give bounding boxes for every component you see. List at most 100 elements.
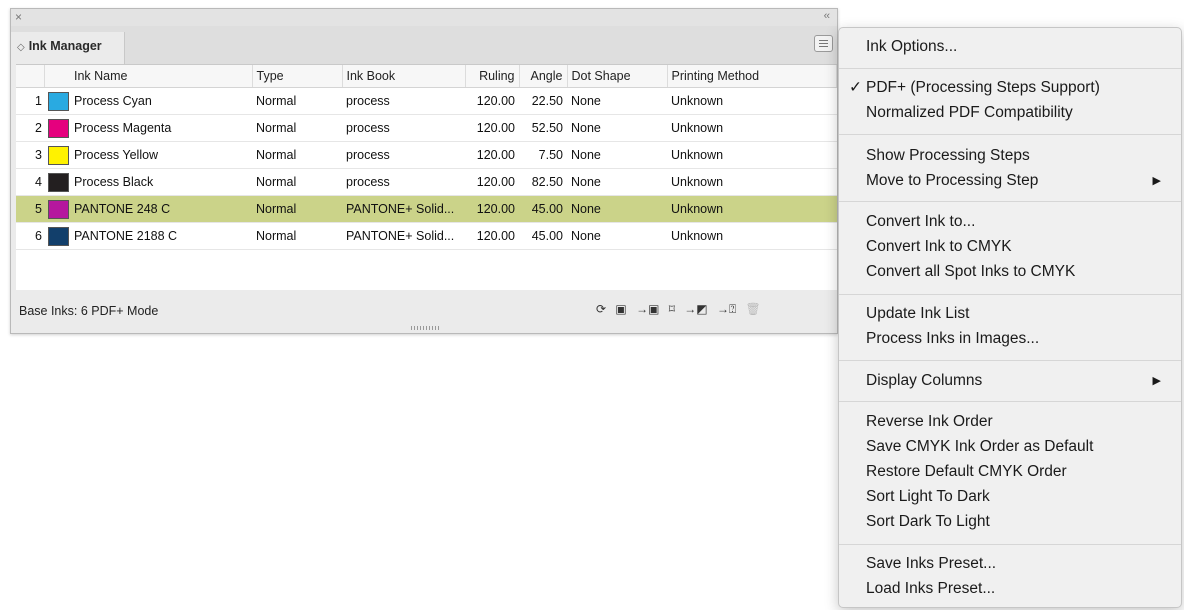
panel-titlebar: × ‹‹ xyxy=(11,9,837,27)
ink-angle: 45.00 xyxy=(519,222,567,250)
panel-toolbar: ⟳ ▣ →▣ ⌑ →◩ →⍰ 🗑 xyxy=(596,302,767,317)
table-row[interactable]: 5 PANTONE 248 C Normal PANTONE+ Solid... 120… xyxy=(16,195,837,223)
column-header-dot-shape[interactable]: Dot Shape xyxy=(567,65,668,88)
resize-grip[interactable] xyxy=(411,326,439,330)
menu-item-convert-ink[interactable]: Convert Ink to... xyxy=(866,210,1169,234)
ink-ruling: 120.00 xyxy=(465,195,519,223)
color-swatch-icon xyxy=(48,199,69,219)
ink-index: 3 xyxy=(16,141,44,169)
menu-item-sort-light-dark[interactable]: Sort Light To Dark xyxy=(866,485,1169,509)
column-header-angle[interactable]: Angle xyxy=(519,65,568,88)
ink-swatch xyxy=(44,141,70,169)
table-row[interactable]: 1 Process Cyan Normal process 120.00 22.50 Non… xyxy=(16,87,837,115)
menu-item-pdf-plus[interactable]: ✓ PDF+ (Processing Steps Support) xyxy=(849,76,1169,100)
ink-type: Normal xyxy=(252,87,342,115)
ink-angle: 45.00 xyxy=(519,195,567,223)
table-header-row: Ink Name Type Ink Book Ruling Angle Dot … xyxy=(16,65,837,88)
menu-item-display-columns[interactable]: Display Columns ▶ xyxy=(866,369,1169,393)
table-row[interactable]: 2 Process Magenta Normal process 120.00 52.50… xyxy=(16,114,837,142)
trash-icon[interactable]: 🗑 xyxy=(746,302,761,316)
ink-book: process xyxy=(342,141,465,169)
ink-angle: 52.50 xyxy=(519,114,567,142)
menu-item-convert-ink-cmyk[interactable]: Convert Ink to CMYK xyxy=(866,235,1169,259)
menu-item-label: PDF+ (Processing Steps Support) xyxy=(866,79,1100,96)
panel-tab-row: ◇ Ink Manager xyxy=(11,26,837,64)
column-header-printing-method[interactable]: Printing Method xyxy=(667,65,837,88)
tab-ink-manager[interactable]: ◇ Ink Manager xyxy=(11,32,125,64)
ink-name: PANTONE 248 C xyxy=(70,195,252,223)
menu-item-convert-all-spot[interactable]: Convert all Spot Inks to CMYK xyxy=(866,260,1169,284)
menu-item-normalized-pdf[interactable]: Normalized PDF Compatibility xyxy=(866,101,1169,125)
menu-item-load-inks-preset[interactable]: Load Inks Preset... xyxy=(866,577,1169,601)
ink-printing-method: Unknown xyxy=(667,222,837,250)
menu-item-process-inks-images[interactable]: Process Inks in Images... xyxy=(866,327,1169,351)
menu-item-label: Move to Processing Step xyxy=(866,172,1039,189)
submenu-arrow-icon: ▶ xyxy=(1152,375,1161,387)
ink-printing-method: Unknown xyxy=(667,87,837,115)
color-swatch-icon xyxy=(48,145,69,165)
move-to-step-icon[interactable]: →▣ xyxy=(636,302,659,316)
close-icon[interactable]: × xyxy=(15,10,22,24)
menu-separator xyxy=(839,134,1181,135)
ink-dot-shape: None xyxy=(567,114,667,142)
menu-item-save-cmyk-default[interactable]: Save CMYK Ink Order as Default xyxy=(866,435,1169,459)
collapse-panel-icon[interactable]: ‹‹ xyxy=(824,10,830,22)
ink-printing-method: Unknown xyxy=(667,195,837,223)
menu-item-move-to-processing-step[interactable]: Move to Processing Step ▶ xyxy=(866,169,1169,193)
ink-type: Normal xyxy=(252,195,342,223)
duplicate-ink-icon[interactable]: ▣ xyxy=(615,302,626,316)
ink-printing-method: Unknown xyxy=(667,141,837,169)
unknown-method-icon[interactable]: →⍰ xyxy=(717,302,736,317)
menu-item-sort-dark-light[interactable]: Sort Dark To Light xyxy=(866,510,1169,534)
ink-angle: 22.50 xyxy=(519,87,567,115)
ink-swatch xyxy=(44,222,70,250)
panel-status-bar: Base Inks: 6 PDF+ Mode ⟳ ▣ →▣ ⌑ →◩ →⍰ 🗑 xyxy=(16,298,837,324)
menu-item-save-inks-preset[interactable]: Save Inks Preset... xyxy=(866,552,1169,576)
convert-to-cmyk-icon[interactable]: →◩ xyxy=(684,302,707,316)
ink-swatch xyxy=(44,168,70,196)
ink-index: 2 xyxy=(16,114,44,142)
frame-icon[interactable]: ⌑ xyxy=(669,302,675,316)
menu-separator xyxy=(839,360,1181,361)
hamburger-line-icon xyxy=(819,40,828,41)
ink-table: Ink Name Type Ink Book Ruling Angle Dot … xyxy=(16,65,837,250)
menu-item-ink-options[interactable]: Ink Options... xyxy=(866,35,1169,59)
ink-type: Normal xyxy=(252,141,342,169)
column-header-type[interactable]: Type xyxy=(252,65,343,88)
ink-dot-shape: None xyxy=(567,168,667,196)
ink-name: Process Cyan xyxy=(70,87,252,115)
ink-name: Process Yellow xyxy=(70,141,252,169)
ink-type: Normal xyxy=(252,114,342,142)
menu-separator xyxy=(839,68,1181,69)
ink-swatch xyxy=(44,195,70,223)
table-row[interactable]: 4 Process Black Normal process 120.00 82.50 No… xyxy=(16,168,837,196)
column-header-ink-name[interactable]: Ink Name xyxy=(70,65,253,88)
panel-flyout-menu: Ink Options... ✓ PDF+ (Processing Steps … xyxy=(838,27,1182,608)
table-row[interactable]: 6 PANTONE 2188 C Normal PANTONE+ Solid... 12… xyxy=(16,222,837,250)
ink-name: Process Black xyxy=(70,168,252,196)
menu-item-update-ink-list[interactable]: Update Ink List xyxy=(866,302,1169,326)
ink-book: PANTONE+ Solid... xyxy=(342,195,465,223)
ink-name: Process Magenta xyxy=(70,114,252,142)
ink-ruling: 120.00 xyxy=(465,87,519,115)
ink-book: process xyxy=(342,168,465,196)
color-swatch-icon xyxy=(48,226,69,246)
menu-item-restore-cmyk-order[interactable]: Restore Default CMYK Order xyxy=(866,460,1169,484)
submenu-arrow-icon: ▶ xyxy=(1152,175,1161,187)
ink-angle: 82.50 xyxy=(519,168,567,196)
header-swatch xyxy=(44,65,70,88)
table-row[interactable]: 3 Process Yellow Normal process 120.00 7.50 No… xyxy=(16,141,837,169)
panel-menu-button[interactable] xyxy=(814,35,833,52)
column-header-ruling[interactable]: Ruling xyxy=(465,65,520,88)
status-text: Base Inks: 6 PDF+ Mode xyxy=(19,304,159,318)
column-header-ink-book[interactable]: Ink Book xyxy=(342,65,466,88)
menu-item-label: Display Columns xyxy=(866,372,983,389)
updown-arrows-icon: ◇ xyxy=(17,42,25,53)
menu-separator xyxy=(839,401,1181,402)
ink-book: PANTONE+ Solid... xyxy=(342,222,465,250)
menu-item-reverse-ink-order[interactable]: Reverse Ink Order xyxy=(866,410,1169,434)
menu-separator xyxy=(839,201,1181,202)
menu-item-show-processing-steps[interactable]: Show Processing Steps xyxy=(866,144,1169,168)
header-index xyxy=(16,65,45,88)
refresh-icon[interactable]: ⟳ xyxy=(596,302,606,316)
